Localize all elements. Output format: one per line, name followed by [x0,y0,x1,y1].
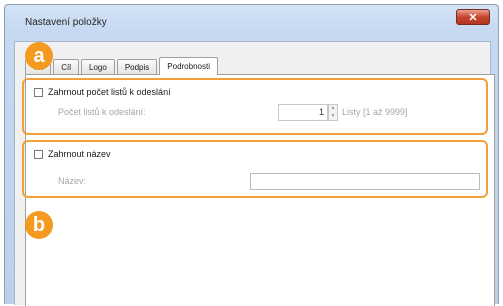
sheet-count-unit: Listy [1 až 9999] [342,107,408,117]
include-name-label: Zahrnout název [48,149,111,159]
tab-label: Logo [89,62,107,72]
sheet-count-input[interactable]: 1 [278,104,328,121]
tab-label: Cíl [61,62,72,72]
checkbox-box[interactable] [34,87,43,97]
include-sheet-count-label: Zahrnout počet listů k odeslání [48,87,171,97]
close-button[interactable]: ✕ [456,9,490,25]
include-name-checkbox[interactable]: Zahrnout název [34,149,111,159]
close-icon: ✕ [468,11,478,24]
group-sheet-count: Zahrnout počet listů k odeslání Počet li… [22,78,488,135]
callout-a: a [25,42,53,70]
group-name: Zahrnout název Název: [22,140,488,198]
checkbox-box[interactable] [34,149,43,159]
spin-up-icon[interactable]: ▲ [329,105,337,113]
tab-label: Podrobnosti [167,62,210,71]
dialog-title: Nastavení položky [25,17,107,28]
tab-bar: Tel Cíl Logo Podpis Podrobnosti [25,56,220,75]
tab-label: Podpis [124,62,150,72]
callout-b: b [25,211,53,239]
tab-logo[interactable]: Logo [81,59,115,74]
name-input[interactable] [250,173,480,190]
tab-podrobnosti[interactable]: Podrobnosti [159,57,218,75]
sheet-count-spinner[interactable]: ▲ ▼ [328,104,338,121]
name-label: Název: [58,176,87,186]
tab-podpis[interactable]: Podpis [116,59,158,74]
include-sheet-count-checkbox[interactable]: Zahrnout počet listů k odeslání [34,87,171,97]
sheet-count-label: Počet listů k odeslání: [58,107,146,117]
spin-down-icon[interactable]: ▼ [329,113,337,121]
tab-cil[interactable]: Cíl [53,59,80,74]
